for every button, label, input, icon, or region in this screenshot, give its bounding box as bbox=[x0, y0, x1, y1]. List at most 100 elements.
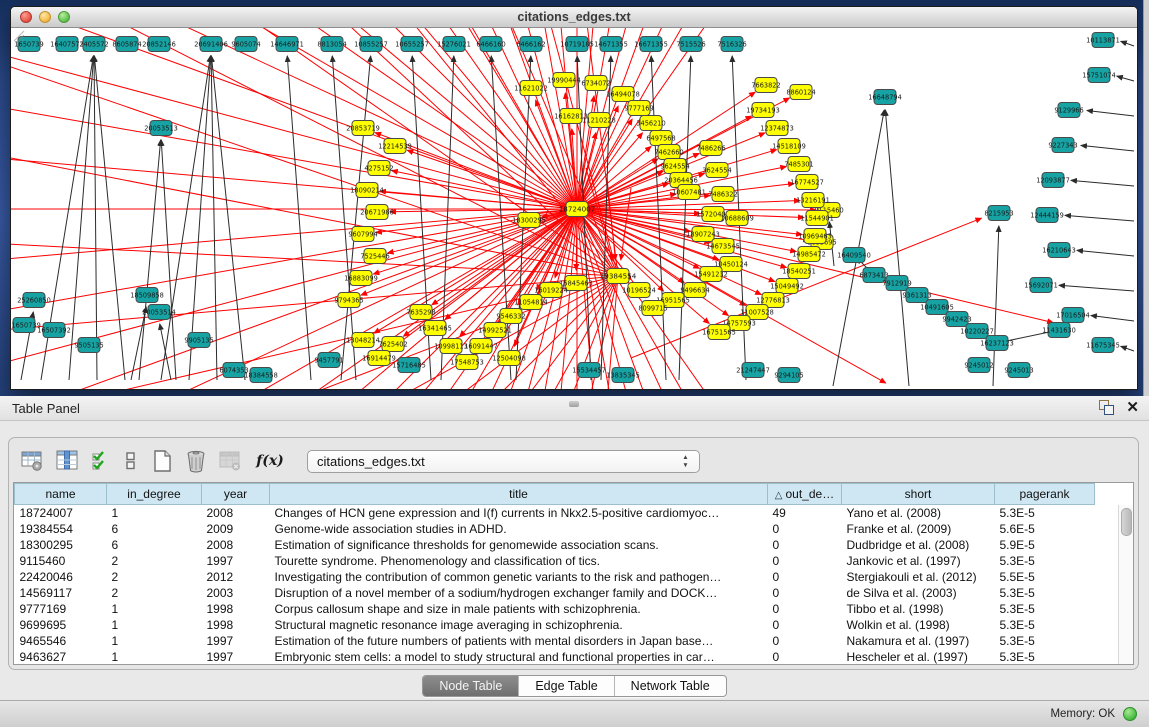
network-node[interactable]: 7515526 bbox=[676, 37, 705, 52]
network-node[interactable]: 9227343 bbox=[1048, 138, 1077, 153]
network-graph[interactable]: 1650739164075732405572860587420852146206… bbox=[11, 28, 1137, 389]
red-edge[interactable] bbox=[351, 28, 577, 209]
black-edge[interactable] bbox=[1121, 346, 1134, 351]
network-node[interactable]: 13835345 bbox=[606, 368, 640, 383]
network-node[interactable]: 17548753 bbox=[450, 355, 484, 370]
network-node[interactable]: 9546332 bbox=[496, 309, 525, 324]
network-node[interactable]: 18509858 bbox=[130, 288, 164, 303]
red-edge[interactable] bbox=[11, 28, 577, 209]
network-node[interactable]: 14646971 bbox=[270, 37, 304, 52]
column-header-title[interactable]: title bbox=[270, 484, 768, 505]
network-node[interactable]: 8860124 bbox=[786, 85, 815, 100]
black-edge[interactable] bbox=[94, 56, 97, 380]
network-node[interactable]: 6466162 bbox=[516, 37, 545, 52]
column-header-year[interactable]: year bbox=[202, 484, 270, 505]
network-view[interactable]: 1650739164075732405572860587420852146206… bbox=[11, 28, 1137, 389]
red-edge[interactable] bbox=[11, 28, 618, 276]
network-node[interactable]: 9245012 bbox=[964, 358, 993, 373]
close-panel-icon[interactable]: ✕ bbox=[1126, 400, 1139, 415]
black-edge[interactable] bbox=[1091, 316, 1134, 321]
black-edge[interactable] bbox=[160, 324, 171, 380]
network-node[interactable]: 9245013 bbox=[1004, 363, 1033, 378]
table-row[interactable]: 2242004622012Investigating the contribut… bbox=[15, 569, 1095, 585]
table-row[interactable]: 1830029562008Estimation of significance … bbox=[15, 537, 1095, 553]
red-edge[interactable] bbox=[577, 209, 886, 383]
network-node[interactable]: 15751074 bbox=[1082, 68, 1116, 83]
network-node[interactable]: 25260850 bbox=[17, 293, 51, 308]
network-node[interactable]: 9624554 bbox=[660, 159, 689, 174]
network-node[interactable]: 7625402 bbox=[378, 337, 407, 352]
network-node[interactable]: 9496634 bbox=[680, 283, 709, 298]
network-node[interactable]: 10113871 bbox=[1086, 33, 1120, 48]
red-edge[interactable] bbox=[11, 28, 577, 209]
black-edge[interactable] bbox=[993, 226, 999, 386]
red-edge[interactable] bbox=[11, 28, 577, 209]
network-node[interactable]: 3624554 bbox=[702, 163, 731, 178]
network-node[interactable]: 16409540 bbox=[837, 248, 871, 263]
table-select-dropdown[interactable]: citations_edges.txt ▲▼ bbox=[307, 450, 700, 473]
red-edge[interactable] bbox=[11, 28, 577, 209]
network-node[interactable]: 20852146 bbox=[142, 37, 176, 52]
network-node[interactable]: 9294105 bbox=[774, 368, 803, 383]
splitter-handle[interactable] bbox=[569, 401, 579, 407]
network-node[interactable]: 11675345 bbox=[1086, 338, 1120, 353]
black-edge[interactable] bbox=[1071, 180, 1134, 186]
network-node[interactable]: 16091447 bbox=[464, 339, 498, 354]
black-edge[interactable] bbox=[1059, 285, 1134, 291]
column-header-in_degree[interactable]: in_degree bbox=[107, 484, 202, 505]
network-node[interactable]: 3456210 bbox=[636, 116, 665, 131]
network-node[interactable]: 6466160 bbox=[476, 37, 505, 52]
black-edge[interactable] bbox=[287, 56, 311, 380]
network-node[interactable]: 7485301 bbox=[784, 157, 813, 172]
red-edge[interactable] bbox=[11, 28, 618, 276]
rows-button[interactable] bbox=[115, 451, 145, 471]
red-edge[interactable] bbox=[380, 191, 577, 209]
network-node[interactable]: 9505135 bbox=[74, 338, 103, 353]
column-edit-button[interactable] bbox=[49, 449, 85, 473]
table-scrollbar[interactable] bbox=[1118, 505, 1133, 664]
table-row[interactable]: 969969511998Structural magnetic resonanc… bbox=[15, 617, 1095, 633]
column-header-pagerank[interactable]: pagerank bbox=[995, 484, 1095, 505]
red-edge[interactable] bbox=[11, 28, 577, 209]
red-edge[interactable] bbox=[11, 28, 618, 276]
network-node[interactable]: 7486266 bbox=[696, 141, 725, 156]
resize-grip-icon[interactable] bbox=[11, 28, 25, 42]
network-node[interactable]: 14992521 bbox=[478, 323, 512, 338]
network-node[interactable]: 18540251 bbox=[782, 264, 816, 279]
network-node[interactable]: 12214539 bbox=[378, 139, 412, 154]
new-document-button[interactable] bbox=[145, 449, 179, 473]
table-row[interactable]: 977716911998Corpus callosum shape and si… bbox=[15, 601, 1095, 617]
network-node[interactable]: 10655257 bbox=[395, 37, 429, 52]
window-titlebar[interactable]: citations_edges.txt bbox=[11, 7, 1137, 28]
network-node[interactable]: 14518109 bbox=[772, 139, 806, 154]
red-edge[interactable] bbox=[11, 28, 577, 209]
red-edge[interactable] bbox=[11, 28, 577, 209]
network-node[interactable]: 9794365 bbox=[334, 293, 363, 308]
network-node[interactable]: 10855257 bbox=[354, 37, 388, 52]
tab-node-table[interactable]: Node Table bbox=[423, 676, 518, 696]
close-window-icon[interactable] bbox=[20, 11, 32, 23]
table-settings-button[interactable] bbox=[15, 449, 49, 473]
network-node[interactable]: 10998113 bbox=[434, 339, 468, 354]
network-node[interactable]: 15692071 bbox=[1024, 278, 1058, 293]
red-edge[interactable] bbox=[11, 28, 577, 209]
black-edge[interactable] bbox=[1121, 41, 1134, 46]
network-node[interactable]: 7486322 bbox=[708, 187, 737, 202]
network-node[interactable]: 9129966 bbox=[1054, 103, 1083, 118]
tab-network-table[interactable]: Network Table bbox=[614, 676, 726, 696]
network-node[interactable]: 12374873 bbox=[760, 121, 794, 136]
zoom-window-icon[interactable] bbox=[58, 11, 70, 23]
red-edge[interactable] bbox=[11, 28, 618, 276]
network-node[interactable]: 16648794 bbox=[868, 90, 902, 105]
network-node[interactable]: 8099715 bbox=[638, 301, 667, 316]
function-builder-button[interactable]: f(x) bbox=[253, 453, 287, 469]
memory-ok-icon[interactable] bbox=[1123, 707, 1137, 721]
network-node[interactable]: 12444159 bbox=[1030, 208, 1064, 223]
network-node[interactable]: 19990444 bbox=[547, 73, 581, 88]
network-node[interactable]: 8605874 bbox=[112, 37, 141, 52]
float-panel-icon[interactable] bbox=[1099, 400, 1114, 415]
table-row[interactable]: 946362711997Embryonic stem cells: a mode… bbox=[15, 649, 1095, 665]
table-row[interactable]: 1938455462009Genome-wide association stu… bbox=[15, 521, 1095, 537]
table-row[interactable]: 911546021997Tourette syndrome. Phenomeno… bbox=[15, 553, 1095, 569]
network-node[interactable]: 9905135 bbox=[184, 333, 213, 348]
